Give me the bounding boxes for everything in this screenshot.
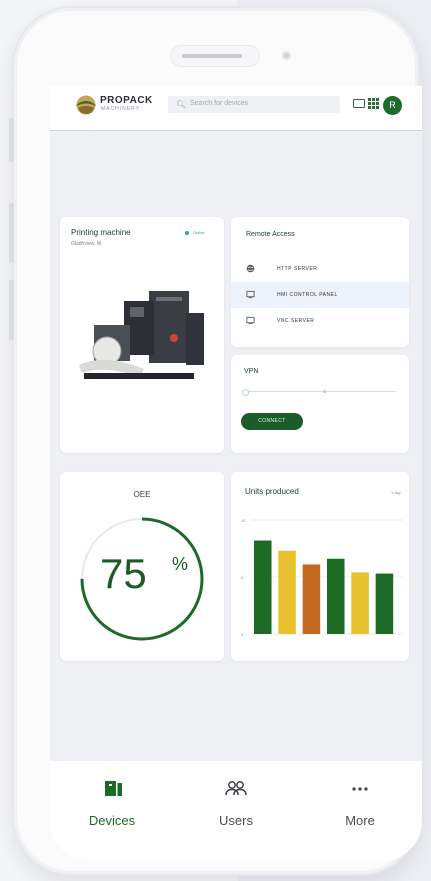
- chart-bar: [351, 572, 369, 634]
- brand-subtitle: MACHINERY: [101, 106, 140, 112]
- remote-access-label: VNC SERVER: [277, 318, 315, 324]
- nav-label: More: [345, 813, 375, 828]
- app-screen: PROPACK MACHINERY 🔍︎ Search for devices …: [50, 86, 422, 861]
- chart-bar: [375, 573, 394, 634]
- remote-access-title: Remote Access: [246, 231, 295, 238]
- vpn-slider-handle[interactable]: [242, 389, 249, 396]
- search-icon: 🔍︎: [176, 100, 187, 109]
- nav-devices[interactable]: Devices: [50, 761, 174, 861]
- oee-card: OEE 75 %: [60, 472, 224, 661]
- status-dot: [185, 231, 189, 235]
- monitor-icon: [246, 290, 255, 299]
- y-tick-label: 5: [241, 575, 244, 580]
- remote-access-label: HMI CONTROL PANEL: [277, 292, 338, 298]
- units-produced-card: Units produced 1 day 10 5 0: [231, 472, 409, 661]
- remote-access-card: Remote Access HTTP SERVER HMI CONTROL PA…: [231, 217, 409, 347]
- chart-bar: [278, 550, 296, 634]
- y-tick-label: 0: [241, 632, 244, 637]
- chart-bar: [254, 540, 272, 634]
- nav-label: Devices: [88, 813, 136, 828]
- remote-access-http[interactable]: HTTP SERVER: [231, 256, 409, 282]
- monitor-icon: [246, 316, 255, 325]
- mail-icon[interactable]: [353, 99, 365, 108]
- oee-value: 75: [100, 550, 147, 597]
- units-bar-chart: 10 5 0: [241, 518, 403, 637]
- vpn-slider-marker: [323, 390, 326, 393]
- side-button: [9, 280, 14, 340]
- globe-icon: [246, 264, 255, 273]
- y-tick-label: 10: [241, 518, 246, 523]
- side-button: [9, 118, 14, 162]
- vpn-card: VPN CONNECT: [231, 355, 409, 453]
- device-location: Gladhview, M.: [71, 241, 103, 247]
- devices-icon: [105, 781, 122, 796]
- device-card[interactable]: Printing machine Gladhview, M. Online: [60, 217, 224, 453]
- remote-access-hmi[interactable]: HMI CONTROL PANEL: [231, 282, 409, 308]
- nav-users[interactable]: Users: [174, 761, 298, 861]
- status-label: Online: [193, 230, 205, 235]
- users-icon: [225, 781, 247, 796]
- oee-title: OEE: [133, 490, 151, 499]
- chart-bar: [327, 558, 345, 634]
- more-icon: [352, 787, 368, 791]
- search-placeholder: Search for devices: [190, 100, 248, 107]
- speaker: [182, 54, 242, 58]
- propack-logo-icon: [76, 95, 96, 115]
- nav-more[interactable]: More: [298, 761, 422, 861]
- vpn-title: VPN: [244, 368, 259, 375]
- remote-access-label: HTTP SERVER: [277, 266, 318, 272]
- nav-label: Users: [219, 813, 253, 828]
- front-camera: [282, 51, 291, 60]
- dashboard-content: Printing machine Gladhview, M. Online Re…: [50, 131, 422, 761]
- connect-button[interactable]: CONNECT: [241, 413, 303, 430]
- bottom-navigation: Devices Users More: [50, 761, 422, 861]
- search-input[interactable]: 🔍︎ Search for devices: [168, 96, 340, 113]
- vpn-slider-track[interactable]: [244, 391, 396, 392]
- apps-grid-icon[interactable]: [368, 98, 379, 109]
- phone-frame: PROPACK MACHINERY 🔍︎ Search for devices …: [9, 8, 422, 874]
- remote-access-vnc[interactable]: VNC SERVER: [231, 308, 409, 334]
- brand-name: PROPACK: [100, 95, 153, 106]
- side-button: [9, 203, 14, 263]
- oee-unit: %: [172, 554, 189, 574]
- app-header: PROPACK MACHINERY 🔍︎ Search for devices …: [50, 86, 422, 131]
- avatar[interactable]: R: [383, 96, 402, 115]
- printing-machine-image: [79, 291, 204, 379]
- chart-bar: [302, 564, 321, 634]
- device-name: Printing machine: [71, 228, 131, 237]
